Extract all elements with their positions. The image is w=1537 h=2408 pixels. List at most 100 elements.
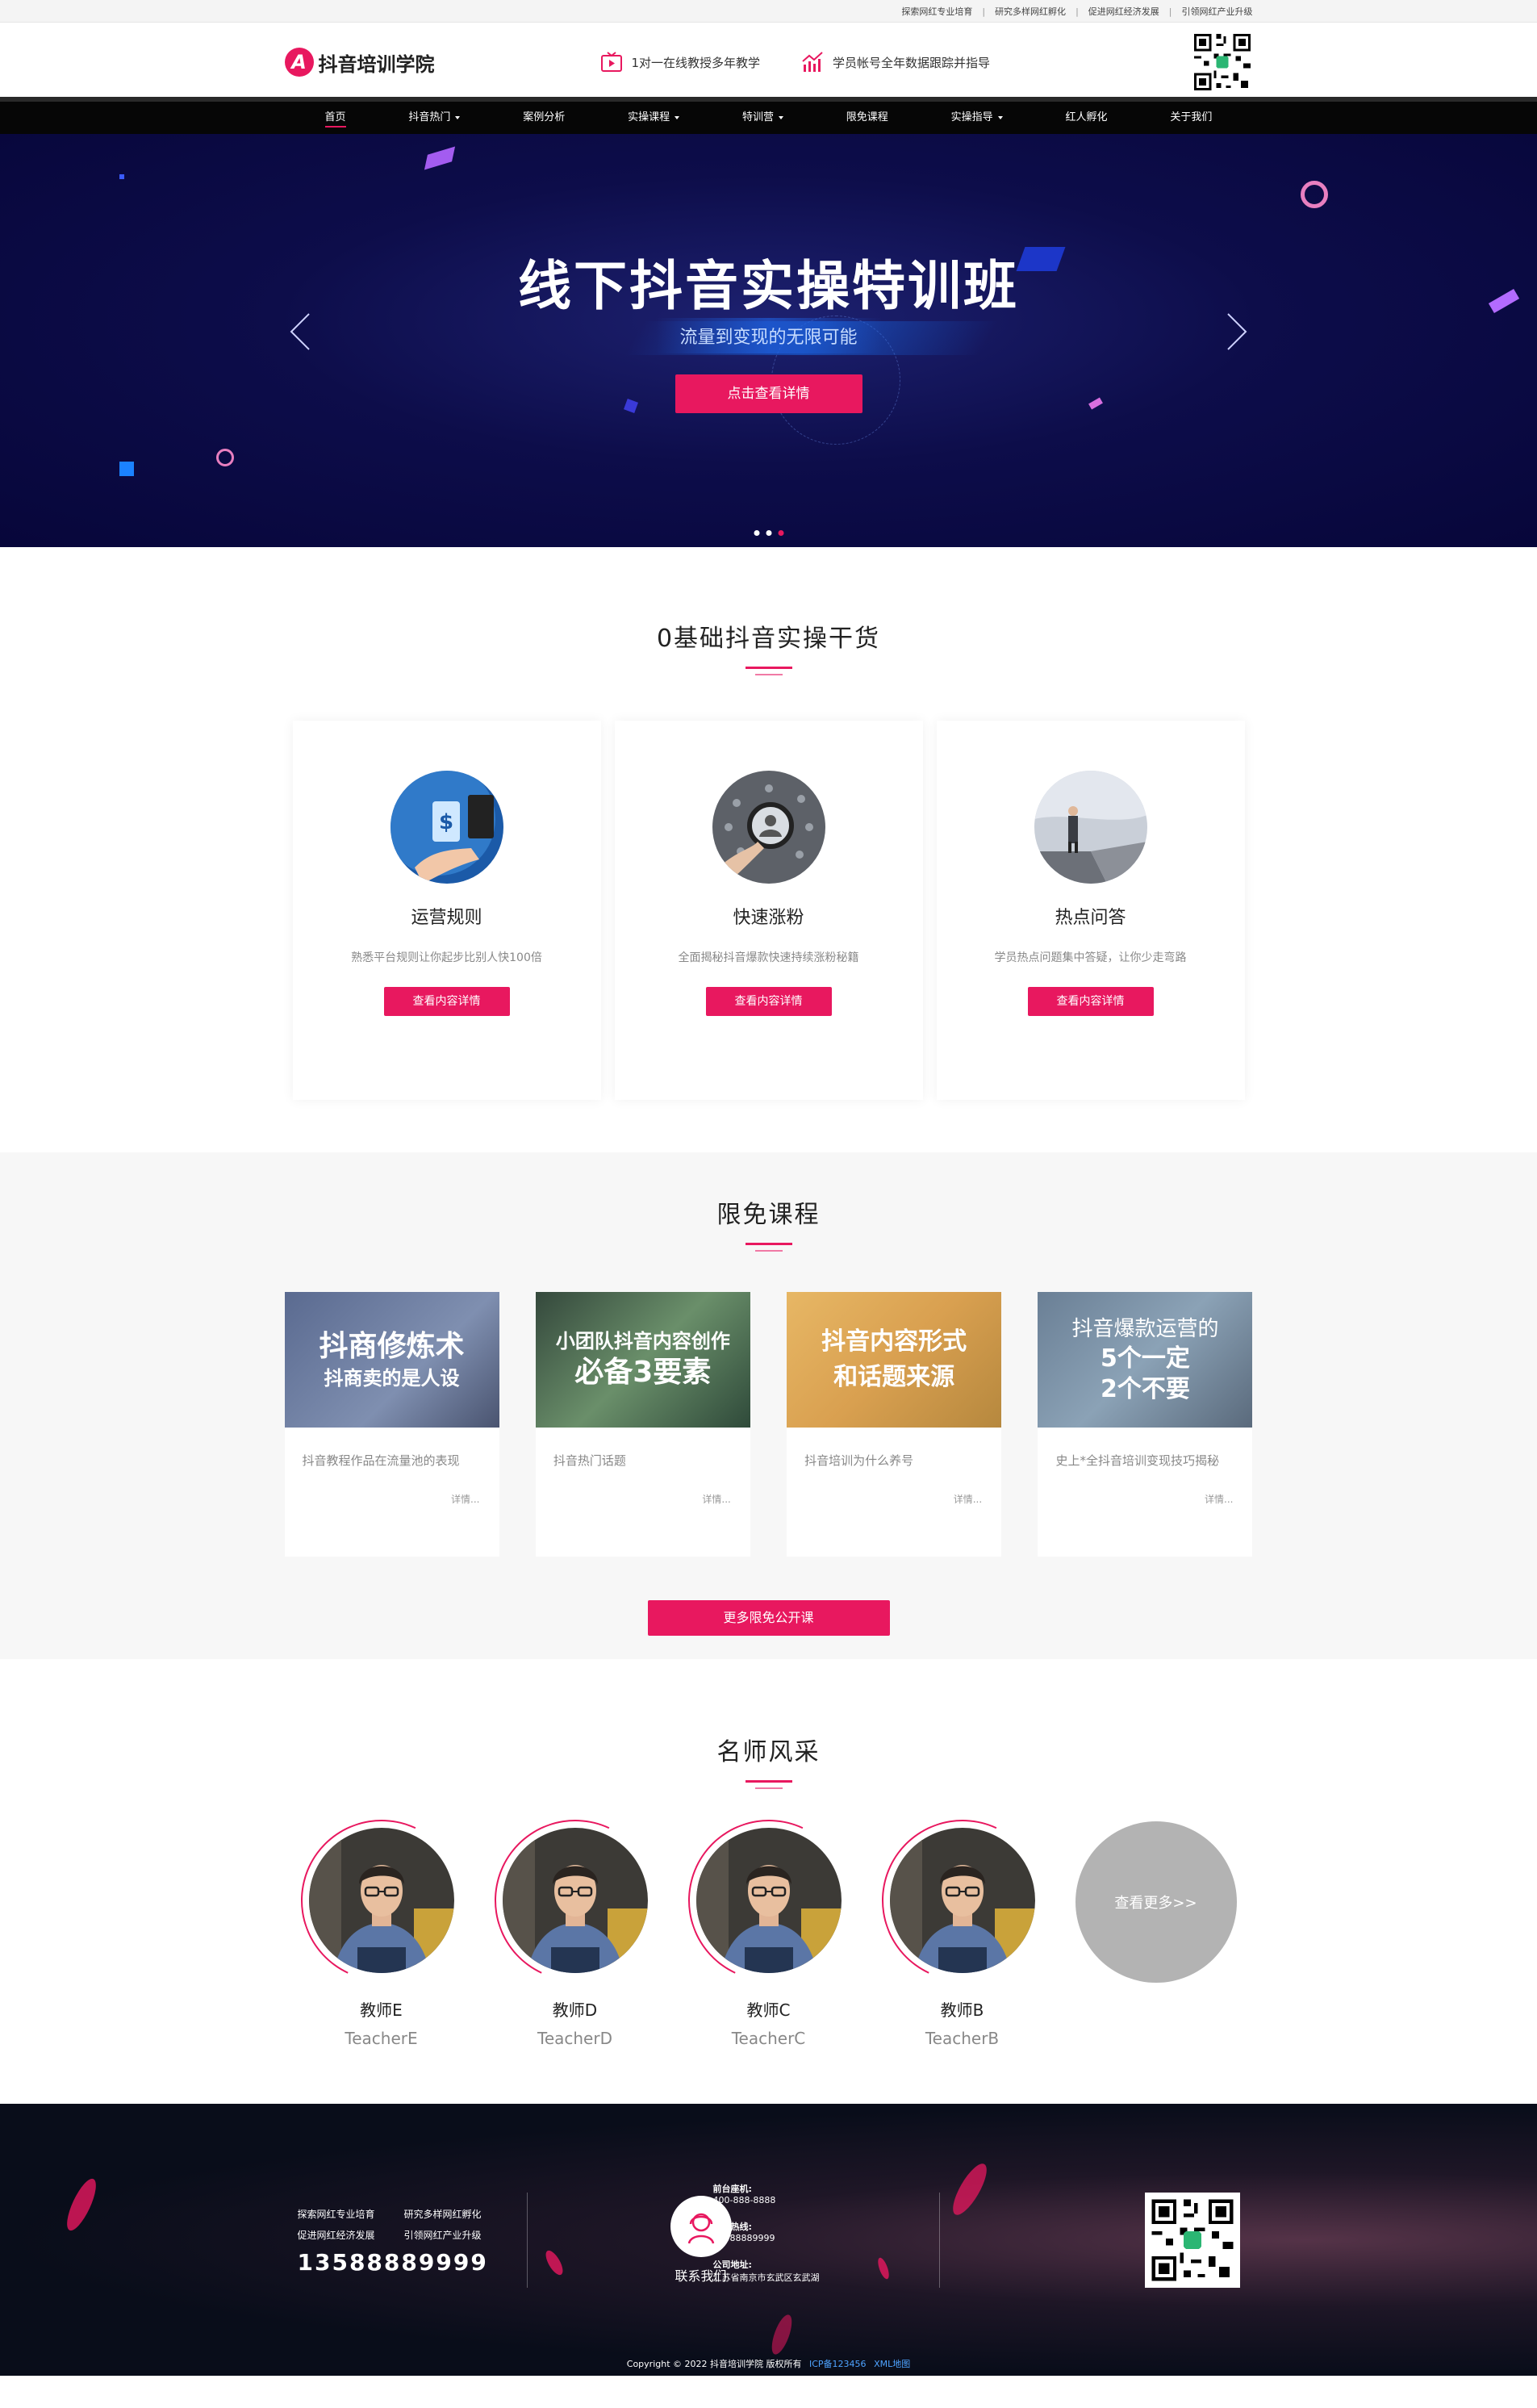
footer-link[interactable]: 探索网红专业培育 (298, 2204, 375, 2225)
front-desk-number: 400-888-8888 (712, 2194, 776, 2205)
slide-dot[interactable] (778, 530, 783, 536)
teacher-name: 教师B (940, 2000, 984, 2020)
nav-item[interactable]: 实操课程 (628, 102, 680, 134)
footer-link[interactable]: 引领网红产业升级 (404, 2225, 482, 2246)
money-phone-image: $ (390, 771, 503, 884)
teacher-card[interactable]: 教师B TeacherB (858, 1796, 1066, 2048)
view-details-button[interactable]: 查看内容详情 (705, 987, 832, 1016)
site-footer: 探索网红专业培育 研究多样网红孵化 促进网红经济发展 引领网红产业升级 1358… (0, 2104, 1537, 2376)
card-title: 快速涨粉 (733, 908, 804, 928)
svg-text:$: $ (438, 810, 453, 834)
address-label: 公司地址: (712, 2259, 752, 2270)
course-desc: 抖音热门话题 (553, 1453, 626, 1468)
icp-link[interactable]: ICP备123456 (809, 2359, 867, 2369)
course-more-link[interactable]: 详情... (285, 1492, 499, 1506)
top-link[interactable]: 探索网红专业培育 (901, 5, 972, 18)
cover-line-2: 抖商卖的是人设 (324, 1367, 460, 1390)
nav-label: 红人孵化 (1065, 111, 1108, 123)
top-strip: 探索网红专业培育 | 研究多样网红孵化 | 促进网红经济发展 | 引领网红产业升级 (0, 0, 1537, 23)
footer-links: 探索网红专业培育 研究多样网红孵化 促进网红经济发展 引领网红产业升级 1358… (285, 2204, 527, 2276)
slide-dot[interactable] (766, 530, 771, 536)
tv-icon (600, 52, 622, 72)
magnifier-network-image (712, 771, 825, 884)
nav-label: 实操指导 (950, 111, 993, 123)
course-desc: 抖音培训为什么养号 (804, 1453, 914, 1468)
nav-item[interactable]: 关于我们 (1170, 102, 1212, 134)
nav-item[interactable]: 特训营 (742, 102, 783, 134)
nav-item[interactable]: 限免课程 (846, 102, 888, 134)
copyright-bar: Copyright © 2022 抖音培训学院 版权所有 ICP备123456 … (0, 2353, 1537, 2376)
nav-item[interactable]: 首页 (324, 102, 346, 134)
cover-line-1: 抖音内容形式 (821, 1327, 967, 1356)
hero-banner: 线下抖音实操特训班 流量到变现的无限可能 点击查看详情 (0, 134, 1537, 547)
avatar-ring (665, 1796, 872, 2005)
teacher-card[interactable]: 教师D TeacherD (471, 1796, 679, 2048)
site-header: A 抖音培训学院 1对一在线教授多年教学 学员帐号全年数据跟踪并指导 (0, 23, 1537, 102)
course-desc: 抖音教程作品在流量池的表现 (302, 1453, 460, 1468)
course-card[interactable]: 抖音内容形式 和话题来源 抖音培训为什么养号 详情... (787, 1292, 1002, 1557)
divider (526, 2192, 528, 2288)
teacher-name: 教师C (746, 2000, 791, 2020)
cover-line-1: 抖音爆款运营的 (1071, 1317, 1219, 1341)
cover-line-1: 小团队抖音内容创作 (555, 1330, 730, 1352)
logo-mark-icon: A (284, 48, 314, 77)
course-card[interactable]: 抖商修炼术 抖商卖的是人设 抖音教程作品在流量池的表现 详情... (284, 1292, 499, 1557)
top-link[interactable]: 研究多样网红孵化 (995, 5, 1066, 18)
teacher-name: 教师D (552, 2000, 598, 2020)
cover-line-2: 和话题来源 (833, 1363, 955, 1391)
nav-label: 实操课程 (628, 111, 670, 123)
course-cover: 抖音内容形式 和话题来源 (787, 1292, 1002, 1428)
footer-link[interactable]: 研究多样网红孵化 (404, 2204, 482, 2225)
title-underline (745, 667, 792, 675)
more-free-courses-button[interactable]: 更多限免公开课 (647, 1600, 890, 1636)
banner-decoration (1088, 397, 1103, 410)
nav-label: 案例分析 (523, 111, 566, 123)
section-title: 名师风采 (716, 1738, 821, 1766)
teachers-section: 名师风采 教师E TeacherE 教师D TeacherD 教师C TeacherC 教师… (0, 1659, 1537, 2104)
course-card[interactable]: 抖音爆款运营的 5个一定 2个不要 史上*全抖音培训变现技巧揭秘 详情... (1038, 1292, 1253, 1557)
course-more-link[interactable]: 详情... (536, 1492, 750, 1506)
nav-label: 限免课程 (846, 111, 888, 123)
nav-label: 关于我们 (1170, 111, 1213, 123)
nav-item[interactable]: 红人孵化 (1066, 102, 1108, 134)
teacher-avatar (695, 1828, 842, 1973)
banner-decoration (119, 462, 134, 476)
sitemap-link[interactable]: XML地图 (874, 2359, 910, 2369)
course-more-link[interactable]: 详情... (787, 1492, 1001, 1506)
teacher-card[interactable]: 教师E TeacherE (278, 1796, 485, 2048)
card-desc: 学员热点问题集中答疑，让你少走弯路 (994, 951, 1187, 964)
footer-decoration (61, 2175, 102, 2235)
course-card[interactable]: 小团队抖音内容创作 必备3要素 抖音热门话题 详情... (535, 1292, 750, 1557)
copyright-text: Copyright © 2022 抖音培训学院 版权所有 (626, 2359, 802, 2369)
course-more-link[interactable]: 详情... (1038, 1492, 1252, 1506)
view-details-button[interactable]: 查看内容详情 (383, 987, 510, 1016)
nav-item[interactable]: 抖音热门 (408, 102, 461, 134)
caret-down-icon (455, 115, 461, 119)
course-cover: 抖商修炼术 抖商卖的是人设 (284, 1292, 499, 1428)
logo-text: 抖音培训学院 (318, 52, 435, 76)
nav-label: 首页 (324, 111, 346, 123)
next-slide-arrow-icon[interactable] (1225, 311, 1249, 352)
teacher-name: 教师E (360, 2000, 403, 2020)
top-link[interactable]: 促进网红经济发展 (1088, 5, 1159, 18)
footer-phone: 13588889999 (297, 2249, 488, 2276)
prev-slide-arrow-icon[interactable] (288, 311, 312, 352)
feature-text: 1对一在线教授多年教学 (631, 55, 761, 70)
teacher-en-name: TeacherE (345, 2029, 418, 2048)
nav-item[interactable]: 案例分析 (523, 102, 565, 134)
teacher-avatar (889, 1828, 1035, 1973)
site-logo[interactable]: A 抖音培训学院 (284, 48, 599, 77)
view-details-button[interactable]: 查看内容详情 (1027, 987, 1154, 1016)
footer-link[interactable]: 促进网红经济发展 (298, 2225, 375, 2246)
avatar-ring (278, 1796, 485, 2005)
dry-goods-card: $ 运营规则 熟悉平台规则让你起步比别人快100倍 查看内容详情 (292, 721, 601, 1100)
see-more-teachers-button[interactable]: 查看更多>> (1075, 1821, 1237, 1983)
front-desk-label: 前台座机: (712, 2183, 752, 2194)
teacher-en-name: TeacherB (925, 2029, 1000, 2048)
banner-detail-button[interactable]: 点击查看详情 (675, 374, 862, 413)
nav-item[interactable]: 实操指导 (951, 102, 1003, 134)
top-link[interactable]: 引领网红产业升级 (1182, 5, 1253, 18)
teacher-card[interactable]: 教师C TeacherC (665, 1796, 872, 2048)
slide-dot[interactable] (754, 530, 759, 536)
course-cover: 小团队抖音内容创作 必备3要素 (535, 1292, 750, 1428)
